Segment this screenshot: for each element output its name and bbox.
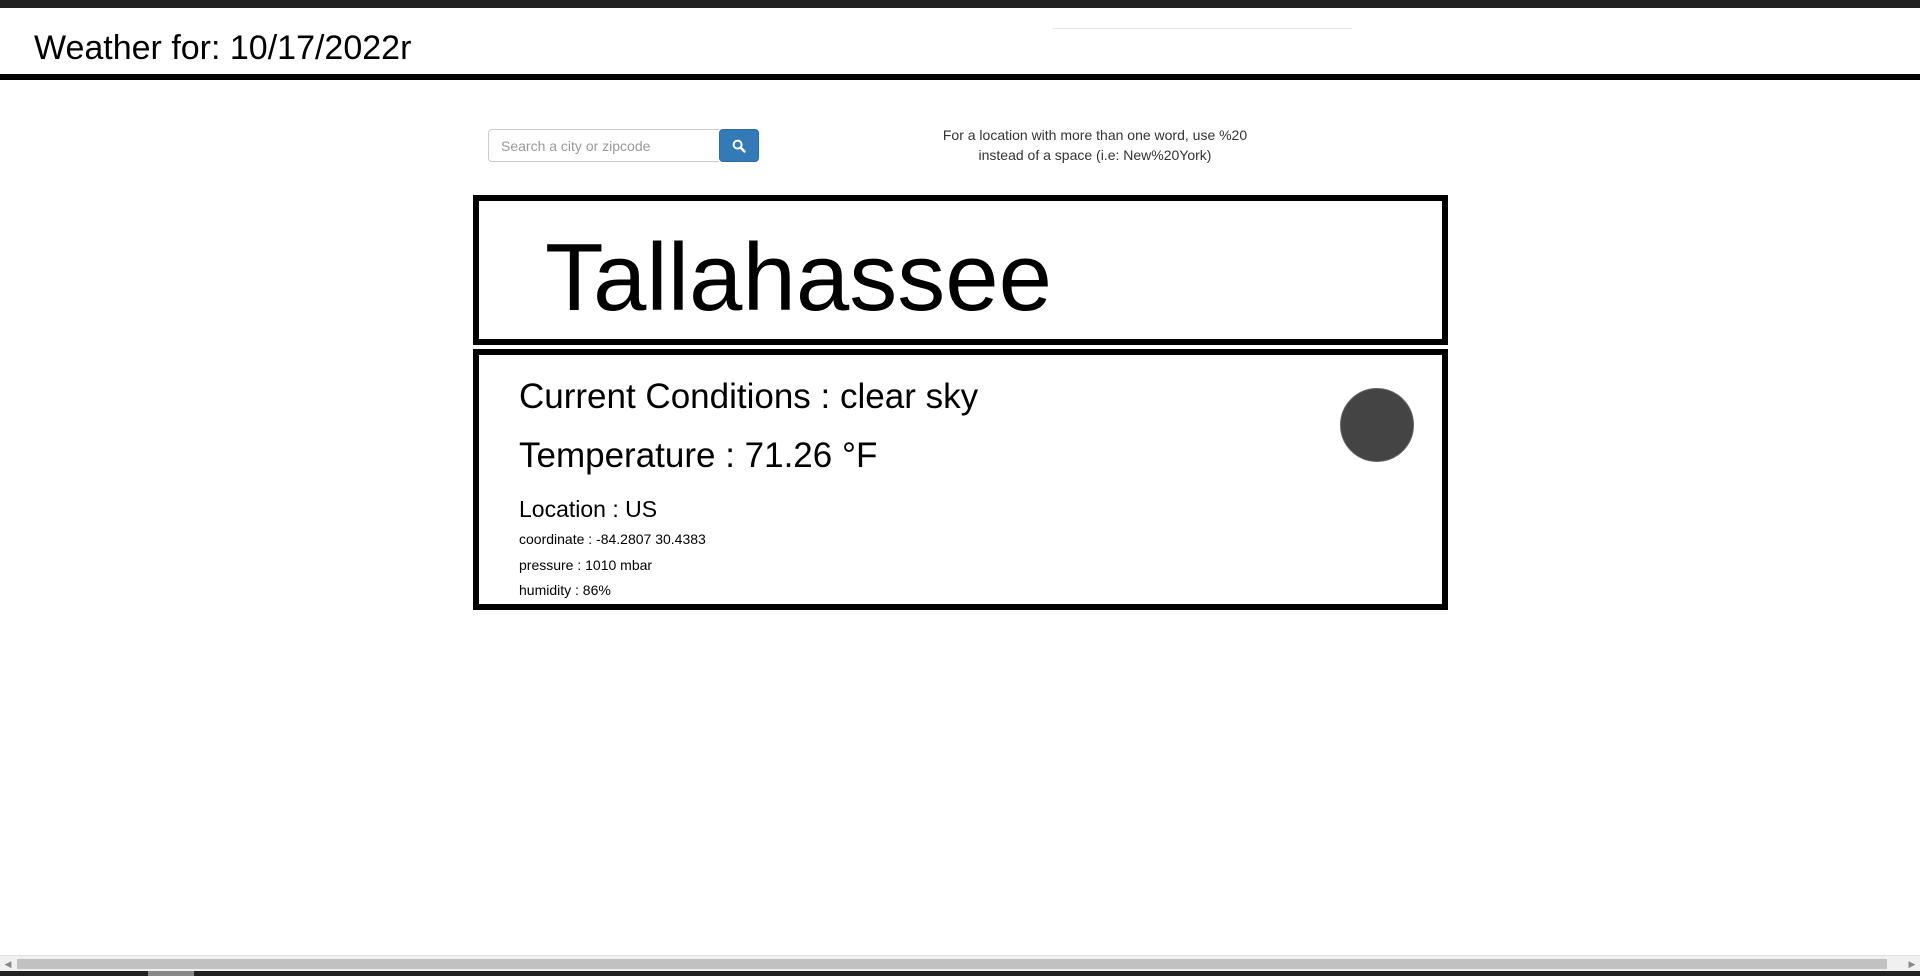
search-hint: For a location with more than one word, … — [930, 125, 1260, 165]
bottom-edge-tab — [148, 971, 194, 976]
horizontal-scrollbar[interactable]: ◀ ▶ — [0, 955, 1920, 971]
temperature: Temperature : 71.26 °F — [519, 436, 878, 475]
search-hint-line-2: instead of a space (i.e: New%20York) — [978, 147, 1212, 163]
scrollbar-thumb[interactable] — [17, 959, 1887, 969]
humidity: humidity : 86% — [519, 582, 611, 598]
top-edge-bar — [0, 0, 1920, 8]
search-bar — [488, 129, 759, 162]
search-input[interactable] — [488, 129, 719, 162]
weather-condition-icon — [1340, 388, 1414, 462]
page-title: Weather for: 10/17/2022r — [34, 29, 412, 67]
search-hint-line-1: For a location with more than one word, … — [942, 127, 1248, 143]
page-header: Weather for: 10/17/2022r — [0, 8, 1920, 80]
bottom-edge-bar — [0, 971, 1920, 976]
weather-details-card: Current Conditions : clear sky Temperatu… — [473, 349, 1448, 610]
city-card: Tallahassee — [473, 195, 1448, 345]
current-conditions: Current Conditions : clear sky — [519, 377, 979, 416]
scroll-right-arrow[interactable]: ▶ — [1904, 956, 1920, 972]
search-button[interactable] — [719, 129, 759, 162]
location: Location : US — [519, 496, 658, 522]
city-name: Tallahassee — [545, 224, 1052, 331]
scroll-left-arrow[interactable]: ◀ — [0, 956, 16, 972]
search-icon — [732, 139, 746, 153]
coordinate: coordinate : -84.2807 30.4383 — [519, 531, 706, 547]
header-divider — [1052, 28, 1352, 29]
pressure: pressure : 1010 mbar — [519, 557, 653, 573]
